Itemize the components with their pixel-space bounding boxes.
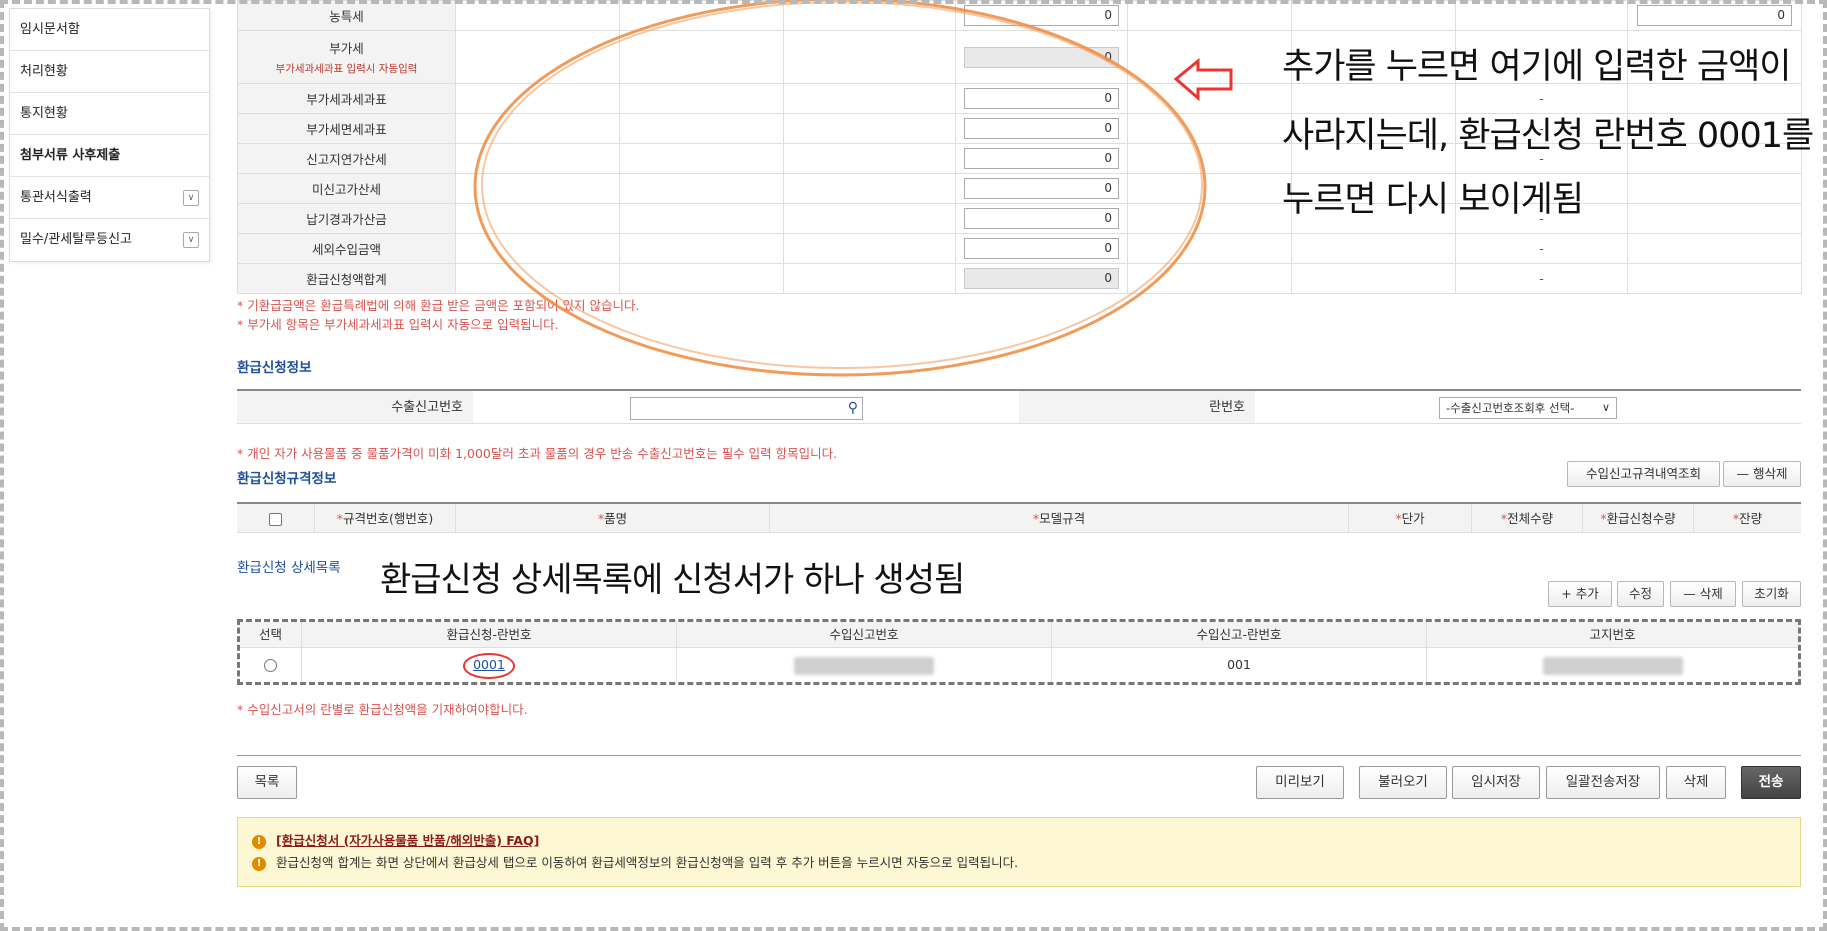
sidebar-item-forms[interactable]: 통관서식출력 ∨ <box>10 177 209 219</box>
sidebar-item-label: 통관서식출력 <box>20 190 92 205</box>
column-header: *품명 <box>456 504 770 532</box>
alert-icon: ! <box>252 834 266 849</box>
spec-table-header: *규격번호(행번호) *품명 *모델규격 *단가 *전체수량 *환급신청수량 *… <box>237 502 1801 533</box>
column-header: 환급신청-란번호 <box>302 622 677 647</box>
sidebar-item-smuggling[interactable]: 밀수/관세탈루등신고 ∨ <box>10 219 209 261</box>
row-label: 농특세 <box>237 0 456 31</box>
column-header: *단가 <box>1349 504 1472 532</box>
select-all-checkbox[interactable] <box>269 513 282 526</box>
row-sublabel: 부가세과세과표 입력시 자동입력 <box>275 63 418 75</box>
load-button[interactable]: 불러오기 <box>1359 766 1447 799</box>
faq-link[interactable]: [환급신청서 (자가사용물품 반품/해외반출) FAQ] <box>276 833 539 848</box>
delete-row-button[interactable]: — 행삭제 <box>1723 461 1801 487</box>
preview-button[interactable]: 미리보기 <box>1256 766 1344 799</box>
amount-input[interactable]: 0 <box>964 88 1119 109</box>
amount-input[interactable]: 0 <box>1637 5 1792 26</box>
reset-button[interactable]: 초기화 <box>1742 581 1801 607</box>
column-header: 수입신고번호 <box>677 622 1052 647</box>
amount-readonly: 0 <box>964 46 1119 68</box>
delete-detail-button[interactable]: — 삭제 <box>1670 581 1736 607</box>
alert-icon: ! <box>252 856 266 871</box>
chevron-down-icon[interactable]: ∨ <box>183 232 199 248</box>
divider <box>237 755 1801 756</box>
amount-input[interactable]: 0 <box>964 148 1119 169</box>
amount-readonly: 0 <box>964 268 1119 289</box>
refund-info-row: 수출신고번호 ⚲ 란번호 -수출신고번호조회후 선택- ∨ <box>237 389 1801 424</box>
annotation-text: 추가를 누르면 여기에 입력한 금액이 <box>1282 47 1792 87</box>
row-label: 환급신청액합계 <box>237 263 456 294</box>
sidebar-item-label: 임시문서함 <box>20 22 80 37</box>
column-header: 선택 <box>240 622 302 647</box>
row-label: 부가세과세과표 <box>237 83 456 114</box>
sidebar-item-notices[interactable]: 통지현황 <box>10 93 209 135</box>
sidebar-item-status[interactable]: 처리현황 <box>10 51 209 93</box>
sidebar-item-label: 처리현황 <box>20 64 68 79</box>
delete-button[interactable]: 삭제 <box>1666 766 1726 799</box>
column-header: 고지번호 <box>1589 627 1636 642</box>
chevron-down-icon: ∨ <box>1601 401 1610 414</box>
column-header: *환급신청수량 <box>1583 504 1694 532</box>
dash-value: - <box>1455 233 1628 264</box>
edit-button[interactable]: 수정 <box>1617 581 1664 607</box>
list-button[interactable]: 목록 <box>237 766 297 799</box>
import-line-number: 001 <box>1052 648 1427 682</box>
sidebar-item-temp-docs[interactable]: 임시문서함 <box>10 9 209 51</box>
section-title-detail: 환급신청 상세목록 <box>237 560 341 576</box>
sidebar-item-label: 첨부서류 사후제출 <box>20 148 121 163</box>
column-header: *규격번호(행번호) <box>315 504 456 532</box>
table-row: 0001 001 <box>240 648 1798 682</box>
sidebar-item-label: 통지현황 <box>20 106 68 121</box>
amount-note: * 부가세 항목은 부가세과세과표 입력시 자동으로 입력됩니다. <box>237 317 559 332</box>
column-header: 수입신고-란번호 <box>1052 622 1427 647</box>
row-label: 부가세면세과표 <box>237 113 456 144</box>
detail-table: 선택 환급신청-란번호 수입신고번호 수입신고-란번호 고지번호 0001 00… <box>237 619 1801 685</box>
amount-input[interactable]: 0 <box>964 5 1119 26</box>
refund-info-note: * 개인 자가 사용물품 중 물품가격이 미화 1,000달러 초과 물품의 경… <box>237 446 838 461</box>
select-all-cell <box>237 504 315 532</box>
line-number-select[interactable]: -수출신고번호조회후 선택- ∨ <box>1439 397 1617 419</box>
amount-input[interactable]: 0 <box>964 238 1119 259</box>
amount-input[interactable]: 0 <box>964 178 1119 199</box>
export-number-label: 수출신고번호 <box>237 391 473 423</box>
row-label: 부가세 부가세과세과표 입력시 자동입력 <box>237 30 456 84</box>
sidebar: 임시문서함 처리현황 통지현황 첨부서류 사후제출 통관서식출력 ∨ 밀수/관세탈… <box>9 8 210 262</box>
redacted-import-number <box>794 656 934 675</box>
send-button[interactable]: 전송 <box>1741 766 1801 799</box>
batch-save-button[interactable]: 일괄전송저장 <box>1546 766 1660 799</box>
annotation-text: 환급신청 상세목록에 신청서가 하나 생성됨 <box>380 560 965 600</box>
annotation-text: 누르면 다시 보이게됨 <box>1282 180 1584 220</box>
amount-input[interactable]: 0 <box>964 118 1119 139</box>
section-title-refund-info: 환급신청정보 <box>237 360 312 376</box>
search-icon[interactable]: ⚲ <box>848 400 858 416</box>
amount-input[interactable]: 0 <box>964 208 1119 229</box>
chevron-down-icon[interactable]: ∨ <box>183 190 199 206</box>
row-label: 미신고가산세 <box>237 173 456 204</box>
sidebar-item-attachments[interactable]: 첨부서류 사후제출 <box>10 135 209 177</box>
temp-save-button[interactable]: 임시저장 <box>1452 766 1540 799</box>
row-label: 신고지연가산세 <box>237 143 456 174</box>
dash-value: - <box>1455 263 1628 294</box>
faq-text: 환급신청액 합계는 화면 상단에서 환급상세 탭으로 이동하여 환급세액정보의 … <box>276 855 1019 870</box>
row-label: 세외수입금액 <box>237 233 456 264</box>
row-label: 납기경과가산금 <box>237 203 456 234</box>
column-header: *전체수량 <box>1472 504 1583 532</box>
annotation-text: 사라지는데, 환급신청 란번호 0001를 <box>1282 116 1814 156</box>
sidebar-item-label: 밀수/관세탈루등신고 <box>20 232 133 247</box>
faq-box: ! [환급신청서 (자가사용물품 반품/해외반출) FAQ] ! 환급신청액 합계는… <box>237 817 1801 887</box>
column-header: *모델규격 <box>770 504 1349 532</box>
row-radio[interactable] <box>264 659 277 672</box>
detail-table-header: 선택 환급신청-란번호 수입신고번호 수입신고-란번호 고지번호 <box>240 622 1798 648</box>
detail-note: * 수입신고서의 란별로 환급신청액을 기재하여야합니다. <box>237 702 528 717</box>
redacted-notice-number <box>1542 656 1683 675</box>
highlight-circle <box>463 653 515 679</box>
column-header: *잔량 <box>1732 511 1763 526</box>
amount-note: * 기환급금액은 환급특례법에 의해 환급 받은 금액은 포함되어 있지 않습니… <box>237 298 640 313</box>
section-title-spec: 환급신청규격정보 <box>237 471 337 487</box>
add-button[interactable]: + 추가 <box>1548 581 1612 607</box>
spec-lookup-button[interactable]: 수입신고규격내역조회 <box>1567 461 1720 487</box>
export-number-input[interactable]: ⚲ <box>630 397 863 420</box>
line-number-label: 란번호 <box>1019 391 1255 423</box>
